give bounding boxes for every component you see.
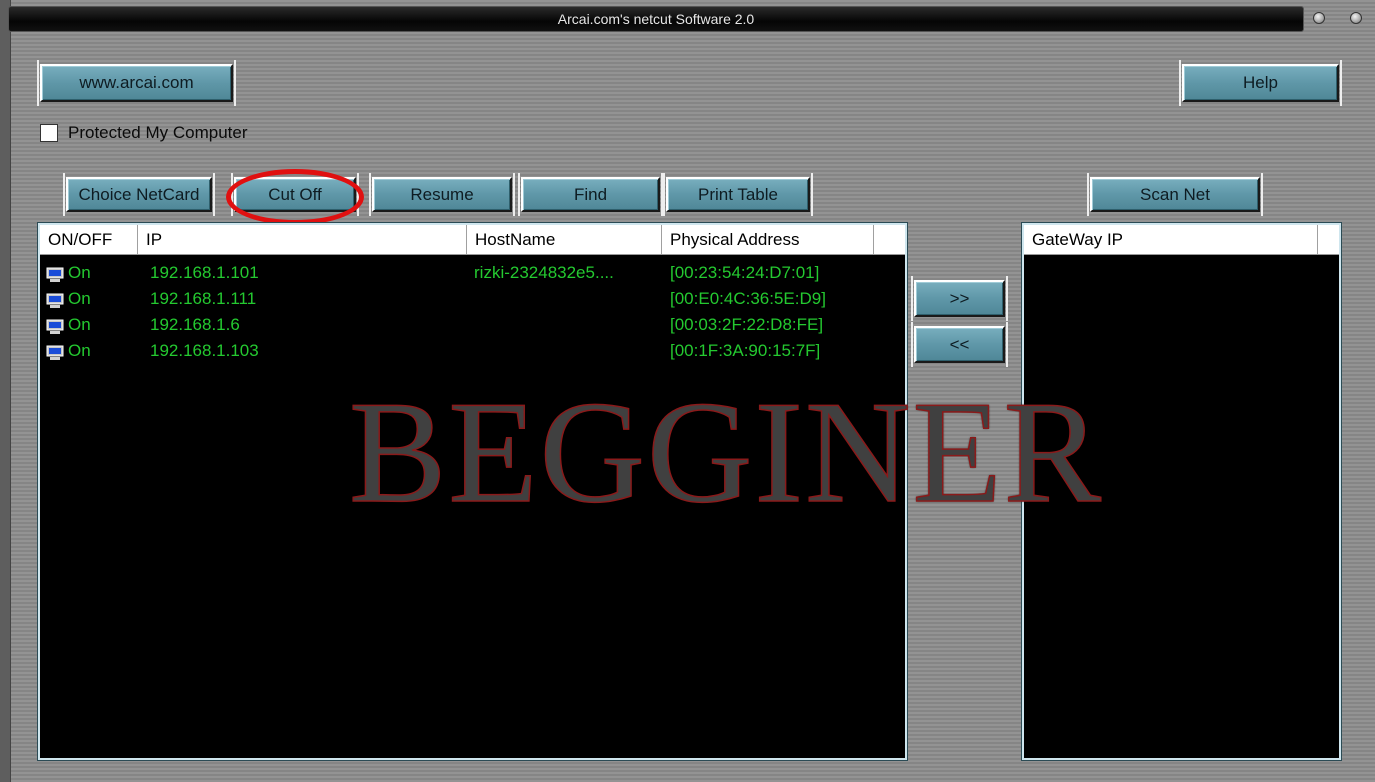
mac-cell: [00:03:2F:22:D8:FE] — [670, 315, 824, 334]
move-to-gateway-button[interactable]: >> — [911, 276, 1008, 321]
window-left-edge — [0, 0, 11, 782]
find-button[interactable]: Find — [518, 173, 663, 216]
ip-cell: 192.168.1.111 — [150, 289, 257, 308]
computer-icon — [46, 343, 64, 360]
scan-net-button[interactable]: Scan Net — [1087, 173, 1263, 216]
column-header-hostname[interactable]: HostName — [467, 225, 662, 254]
table-row[interactable]: On 192.168.1.101 rizki-2324832e5.... [00… — [40, 260, 900, 286]
status-cell: On — [68, 341, 91, 360]
hostname-cell: rizki-2324832e5.... — [474, 263, 614, 282]
netcut-window: Arcai.com's netcut Software 2.0 www.arca… — [0, 0, 1375, 782]
protect-computer-checkbox[interactable] — [40, 124, 58, 142]
table-row[interactable]: On 192.168.1.6 [00:03:2F:22:D8:FE] — [40, 312, 900, 338]
website-button[interactable]: www.arcai.com — [37, 60, 236, 106]
status-cell: On — [68, 263, 91, 282]
computer-icon — [46, 317, 64, 334]
gateway-list-header: GateWay IP — [1024, 225, 1339, 255]
ip-cell: 192.168.1.101 — [150, 263, 259, 282]
print-table-button[interactable]: Print Table — [663, 173, 813, 216]
table-row[interactable]: On 192.168.1.103 [00:1F:3A:90:15:7F] — [40, 338, 900, 364]
protect-computer-label: Protected My Computer — [68, 123, 248, 142]
status-cell: On — [68, 315, 91, 334]
help-button[interactable]: Help — [1179, 60, 1342, 106]
cut-off-button[interactable]: Cut Off — [231, 173, 359, 216]
move-from-gateway-button[interactable]: << — [911, 322, 1008, 367]
table-row[interactable]: On 192.168.1.111 [00:E0:4C:36:5E:D9] — [40, 286, 900, 312]
resume-button[interactable]: Resume — [369, 173, 515, 216]
column-header-ip[interactable]: IP — [138, 225, 467, 254]
minimize-icon[interactable] — [1313, 12, 1325, 24]
column-header-onoff[interactable]: ON/OFF — [40, 225, 138, 254]
computer-icon — [46, 265, 64, 282]
window-title: Arcai.com's netcut Software 2.0 — [557, 11, 755, 27]
mac-cell: [00:1F:3A:90:15:7F] — [670, 341, 821, 360]
close-icon[interactable] — [1350, 12, 1362, 24]
gateway-list[interactable]: GateWay IP — [1021, 222, 1342, 761]
title-bar[interactable]: Arcai.com's netcut Software 2.0 — [8, 6, 1304, 32]
mac-cell: [00:E0:4C:36:5E:D9] — [670, 289, 826, 308]
column-header-gateway-ip[interactable]: GateWay IP — [1024, 225, 1318, 254]
ip-cell: 192.168.1.103 — [150, 341, 259, 360]
host-list-header: ON/OFF IP HostName Physical Address — [40, 225, 905, 255]
computer-icon — [46, 291, 64, 308]
host-list[interactable]: ON/OFF IP HostName Physical Address On 1… — [37, 222, 908, 761]
column-header-physical-address[interactable]: Physical Address — [662, 225, 874, 254]
ip-cell: 192.168.1.6 — [150, 315, 240, 334]
choice-netcard-button[interactable]: Choice NetCard — [63, 173, 215, 216]
protect-computer-option[interactable]: Protected My Computer — [40, 121, 248, 145]
mac-cell: [00:23:54:24:D7:01] — [670, 263, 820, 282]
status-cell: On — [68, 289, 91, 308]
